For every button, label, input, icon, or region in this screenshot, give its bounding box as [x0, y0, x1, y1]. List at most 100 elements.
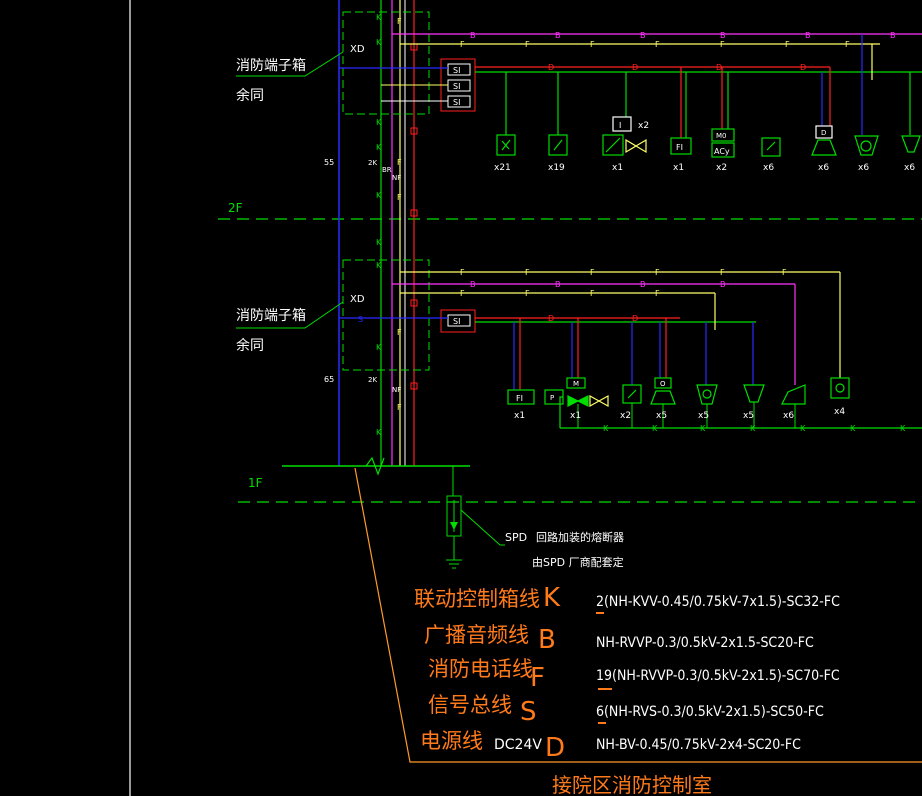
svg-text:B: B — [555, 31, 561, 40]
svg-text:B: B — [720, 280, 726, 289]
svg-text:F: F — [397, 403, 402, 412]
svg-text:F: F — [397, 328, 402, 337]
svg-text:F: F — [460, 289, 465, 298]
drop-connectors-1f — [577, 402, 796, 428]
horn-icon-2f — [854, 135, 879, 156]
spd-note-1: 回路加装的熔断器 — [536, 530, 624, 544]
terminal-box-1f — [342, 259, 430, 371]
device-labels-2f: I x2 FI M0 ACy D — [619, 121, 826, 156]
floor-label-1f: 1F — [248, 476, 263, 490]
svg-text:K: K — [376, 118, 382, 127]
svg-text:x1: x1 — [612, 163, 623, 173]
terminal-box-2f — [342, 11, 430, 115]
legend-letter-d: D — [545, 733, 565, 763]
svg-text:B: B — [890, 31, 896, 40]
svg-text:ACy: ACy — [714, 147, 730, 156]
floor-label-2f: 2F — [228, 201, 243, 215]
valve-icon-1f-b — [589, 394, 609, 408]
horn-icon-1f — [696, 384, 718, 405]
svg-text:F: F — [655, 268, 660, 277]
device-counts-2f: x21 x19 x1 x1 x2 x6 x6 x6 x6 — [494, 163, 915, 173]
device-icon-2f-3a — [612, 116, 632, 132]
svg-text:SI: SI — [453, 82, 460, 91]
svg-text:x1: x1 — [570, 411, 581, 421]
svg-text:x6: x6 — [904, 163, 915, 173]
svg-text:K: K — [376, 261, 382, 270]
svg-text:x21: x21 — [494, 163, 511, 173]
svg-text:x2: x2 — [620, 411, 631, 421]
svg-text:F: F — [782, 268, 787, 277]
svg-text:x5: x5 — [698, 411, 709, 421]
svg-text:x2: x2 — [716, 163, 727, 173]
schematic-svg: 2F 1F K K K K K K K K K F F F F F 55 65 … — [129, 0, 922, 796]
svg-text:F: F — [720, 268, 725, 277]
svg-text:F: F — [845, 40, 850, 49]
svg-text:B: B — [640, 280, 646, 289]
svg-text:F: F — [590, 40, 595, 49]
svg-text:B: B — [720, 31, 726, 40]
svg-text:K: K — [376, 191, 382, 200]
legend-name-k: 联动控制箱线 — [414, 587, 540, 611]
device-labels-1f: FI P M O — [516, 380, 666, 403]
terminal-box-code-2f: XD — [350, 44, 365, 55]
svg-text:K: K — [700, 424, 706, 433]
drops-2f — [505, 34, 911, 138]
legend-name-s: 信号总线 — [428, 693, 512, 717]
svg-text:K: K — [376, 238, 382, 247]
svg-text:F: F — [655, 289, 660, 298]
legend-letter-s: S — [520, 697, 537, 727]
legend-cable-s: 6(NH-RVS-0.3/0.5kV-2x1.5)-SC50-FC — [596, 704, 824, 720]
svg-text:B: B — [470, 280, 476, 289]
svg-text:x5: x5 — [656, 411, 667, 421]
svg-text:K: K — [376, 428, 382, 437]
svg-text:F: F — [397, 193, 402, 202]
spd-device — [446, 466, 505, 569]
legend-name-b: 广播音频线 — [424, 623, 529, 647]
svg-text:B: B — [555, 280, 561, 289]
svg-text:x2: x2 — [638, 121, 649, 131]
svg-text:I: I — [619, 121, 621, 130]
terminal-box-label-2f: 消防端子箱 — [236, 58, 306, 74]
svg-text:FI: FI — [516, 394, 523, 403]
cable-legend: 联动控制箱线 K 2(NH-KVV-0.45/0.75kV-7x1.5)-SC3… — [414, 583, 840, 763]
svg-text:B: B — [470, 31, 476, 40]
si-module-1f: SI — [440, 309, 476, 333]
svg-text:F: F — [525, 289, 530, 298]
svg-text:B: B — [640, 31, 646, 40]
svg-text:F: F — [720, 40, 725, 49]
legend-letter-f: F — [530, 663, 545, 693]
bus-letters-2f: B B B B B B F F F F F F F D D D D — [460, 31, 896, 72]
legend-cable-b: NH-RVVP-0.3/0.5kV-2x1.5-SC20-FC — [596, 635, 814, 651]
terminal-box-label-1f: 消防端子箱 — [236, 308, 306, 324]
svg-text:x6: x6 — [763, 163, 774, 173]
legend-letter-k: K — [543, 583, 561, 613]
svg-text:K: K — [652, 424, 658, 433]
terminal-box-note-1f: 余同 — [236, 337, 264, 354]
svg-text:x19: x19 — [548, 163, 565, 173]
riser-label-2k-upper: 2K — [368, 159, 377, 167]
riser-label-nf-upper: NF — [392, 174, 401, 182]
device-icon-2f-9 — [901, 135, 921, 153]
valve-icon-2f — [625, 138, 647, 154]
svg-text:D: D — [632, 314, 638, 323]
footer-destination: 接院区消防控制室 — [552, 773, 712, 796]
svg-text:x6: x6 — [783, 411, 794, 421]
legend-name-d: 电源线 — [420, 729, 483, 753]
svg-text:K: K — [900, 424, 906, 433]
riser-label-br-upper: BR — [382, 166, 392, 174]
svg-text:M: M — [573, 380, 579, 388]
svg-text:F: F — [590, 268, 595, 277]
svg-text:M0: M0 — [716, 132, 727, 140]
spd-note-2: 由SPD 厂商配套定 — [532, 555, 624, 569]
svg-text:SI: SI — [453, 98, 460, 107]
spd-label: SPD — [505, 531, 527, 544]
phone-icon-1f — [830, 377, 850, 399]
svg-text:K: K — [750, 424, 756, 433]
riser-label-nf-lower: NF — [392, 386, 401, 394]
svg-text:F: F — [397, 158, 402, 167]
device-icon-1f-6 — [743, 384, 765, 403]
legend-letter-b: B — [538, 625, 556, 655]
svg-text:D: D — [716, 63, 722, 72]
svg-text:K: K — [376, 38, 382, 47]
svg-text:F: F — [655, 40, 660, 49]
